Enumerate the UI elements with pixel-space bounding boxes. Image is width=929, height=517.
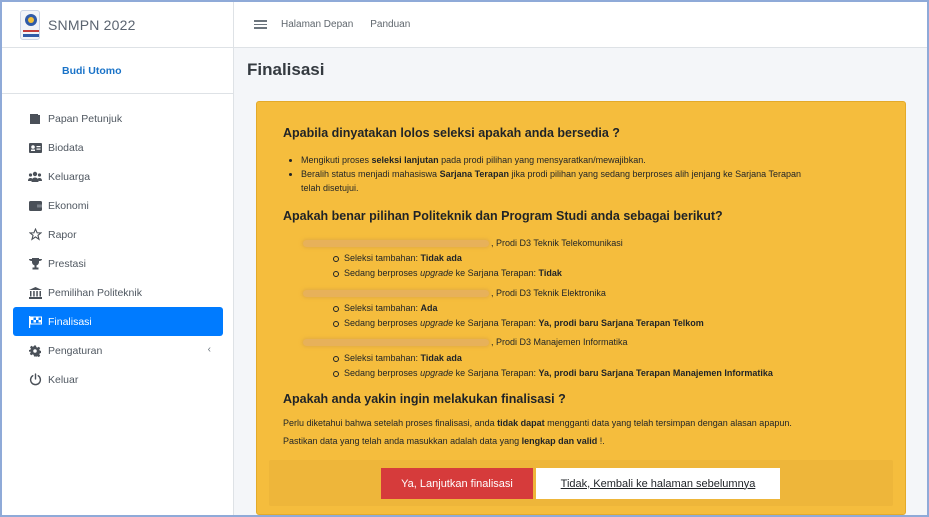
- brand-logo: [20, 9, 40, 40]
- flag-checkered-icon: [28, 315, 42, 328]
- page-title: Finalisasi: [247, 60, 325, 79]
- sidebar-item-label: Keluar: [48, 373, 79, 386]
- sidebar-item-label: Biodata: [48, 141, 84, 154]
- redacted-polytechnic-name: [303, 240, 489, 248]
- warning-text: Perlu diketahui bahwa setelah proses fin…: [283, 418, 792, 428]
- confirmation-text: Pastikan data yang telah anda masukkan a…: [283, 436, 605, 446]
- cancel-back-button[interactable]: Tidak, Kembali ke halaman sebelumnya: [536, 468, 780, 499]
- sidebar-item-prestasi[interactable]: Prestasi: [13, 249, 223, 278]
- choice-3-upgrade: Sedang berproses upgrade ke Sarjana Tera…: [333, 368, 773, 378]
- star-icon: [28, 228, 42, 241]
- sidebar-item-pengaturan[interactable]: Pengaturan ‹: [13, 336, 223, 365]
- choice-prodi-1: , Prodi D3 Teknik Telekomunikasi: [303, 238, 623, 248]
- choice-2-seleksi: Seleksi tambahan: Ada: [333, 303, 438, 313]
- id-card-icon: [28, 141, 42, 154]
- section-heading: Apabila dinyatakan lolos seleksi apakah …: [283, 126, 620, 140]
- choice-3-seleksi: Seleksi tambahan: Tidak ada: [333, 353, 462, 363]
- gear-icon: [28, 344, 42, 357]
- sidebar-nav: Papan Petunjuk Biodata Keluarga Ekonomi: [2, 94, 233, 394]
- finalisasi-card: Apabila dinyatakan lolos seleksi apakah …: [256, 101, 906, 515]
- section-heading: Apakah anda yakin ingin melakukan finali…: [283, 392, 566, 406]
- sidebar-item-label: Papan Petunjuk: [48, 112, 123, 125]
- sidebar-item-label: Pengaturan: [48, 344, 103, 357]
- choice-1-seleksi: Seleksi tambahan: Tidak ada: [333, 253, 462, 263]
- confirm-finalize-button[interactable]: Ya, Lanjutkan finalisasi: [381, 468, 533, 499]
- sidebar-item-keluar[interactable]: Keluar: [13, 365, 223, 394]
- commitment-list: Mengikuti proses seleksi lanjutan pada p…: [289, 153, 891, 195]
- list-item: Beralih status menjadi mahasiswa Sarjana…: [289, 167, 891, 195]
- sidebar-item-ekonomi[interactable]: Ekonomi: [13, 191, 223, 220]
- sidebar-item-keluarga[interactable]: Keluarga: [13, 162, 223, 191]
- section-heading: Apakah benar pilihan Politeknik dan Prog…: [283, 209, 723, 223]
- sidebar-item-label: Ekonomi: [48, 199, 89, 212]
- sidebar-item-pemilihan-politeknik[interactable]: Pemilihan Politeknik: [13, 278, 223, 307]
- choice-prodi-2: , Prodi D3 Teknik Elektronika: [303, 288, 606, 298]
- hamburger-icon[interactable]: [254, 18, 267, 31]
- sidebar-item-biodata[interactable]: Biodata: [13, 133, 223, 162]
- sidebar-item-label: Finalisasi: [48, 315, 92, 328]
- sidebar-item-finalisasi[interactable]: Finalisasi: [13, 307, 223, 336]
- sidebar-item-papan-petunjuk[interactable]: Papan Petunjuk: [13, 104, 223, 133]
- wallet-icon: [28, 199, 42, 212]
- nav-link-halaman-depan[interactable]: Halaman Depan: [281, 19, 353, 30]
- choice-prodi-3: , Prodi D3 Manajemen Informatika: [303, 337, 628, 347]
- user-panel: Budi Utomo: [2, 48, 233, 94]
- nav-link-panduan[interactable]: Panduan: [370, 19, 410, 30]
- list-item: Mengikuti proses seleksi lanjutan pada p…: [289, 153, 891, 167]
- power-icon: [28, 373, 42, 386]
- users-icon: [28, 170, 42, 183]
- app-window: SNMPN 2022 Budi Utomo Papan Petunjuk Bio…: [0, 0, 929, 517]
- redacted-polytechnic-name: [303, 290, 489, 298]
- sidebar-item-label: Rapor: [48, 228, 77, 241]
- choice-2-upgrade: Sedang berproses upgrade ke Sarjana Tera…: [333, 318, 704, 328]
- trophy-icon: [28, 257, 42, 270]
- book-icon: [28, 112, 42, 125]
- user-name-link[interactable]: Budi Utomo: [62, 65, 122, 77]
- choice-1-upgrade: Sedang berproses upgrade ke Sarjana Tera…: [333, 268, 562, 278]
- redacted-polytechnic-name: [303, 339, 489, 347]
- top-navbar: Halaman Depan Panduan: [234, 2, 927, 48]
- university-icon: [28, 286, 42, 299]
- sidebar-item-label: Pemilihan Politeknik: [48, 286, 142, 299]
- sidebar: SNMPN 2022 Budi Utomo Papan Petunjuk Bio…: [2, 2, 234, 515]
- sidebar-item-label: Prestasi: [48, 257, 86, 270]
- sidebar-item-rapor[interactable]: Rapor: [13, 220, 223, 249]
- brand-title: SNMPN 2022: [48, 16, 136, 33]
- brand[interactable]: SNMPN 2022: [2, 2, 233, 48]
- action-bar: Ya, Lanjutkan finalisasi Tidak, Kembali …: [269, 460, 893, 506]
- chevron-left-icon: ‹: [207, 344, 211, 355]
- sidebar-item-label: Keluarga: [48, 170, 91, 183]
